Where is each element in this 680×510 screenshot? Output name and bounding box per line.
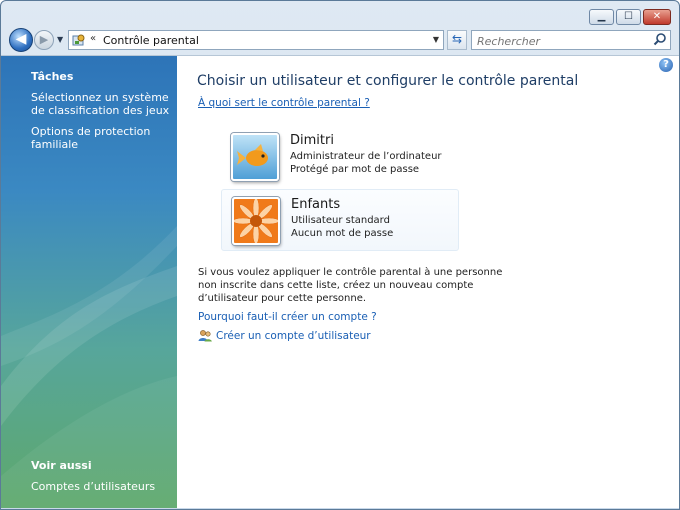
why-create-account-link[interactable]: Pourquoi faut-il créer un compte ? xyxy=(198,311,377,323)
page-title: Choisir un utilisateur et configurer le … xyxy=(197,73,579,89)
search-input[interactable] xyxy=(475,32,649,50)
window-body: Tâches Sélectionnez un système de classi… xyxy=(1,55,679,508)
maximize-button[interactable]: ☐ xyxy=(616,9,641,25)
info-text: Si vous voulez appliquer le contrôle par… xyxy=(198,267,503,304)
user-tile-dimitri[interactable]: Dimitri Administrateur de l’ordinateur P… xyxy=(221,126,459,188)
control-panel-window: ▁ ☐ ✕ ◀ ▶ ▼ « Contrôle parental ▼ ⇆ Rech… xyxy=(0,0,680,510)
breadcrumb-current[interactable]: Contrôle parental xyxy=(103,34,199,47)
orange-flower-avatar-icon xyxy=(232,197,280,245)
sidebar-decoration xyxy=(1,226,177,508)
address-bar[interactable]: « Contrôle parental ▼ xyxy=(68,30,444,50)
user-name: Enfants xyxy=(291,197,341,212)
address-dropdown-icon[interactable]: ▼ xyxy=(433,35,439,44)
back-arrow-icon: ◀ xyxy=(15,31,27,47)
user-name: Dimitri xyxy=(290,133,334,148)
recent-pages-dropdown[interactable]: ▼ xyxy=(57,35,63,44)
maximize-icon: ☐ xyxy=(624,11,633,22)
control-panel-icon xyxy=(72,34,85,46)
user-tile-enfants[interactable]: Enfants Utilisateur standard Aucun mot d… xyxy=(221,189,459,251)
refresh-icon: ⇆ xyxy=(451,32,463,46)
create-account-link-row[interactable]: Créer un compte d’utilisateur xyxy=(198,329,371,342)
refresh-button[interactable]: ⇆ xyxy=(447,30,467,50)
window-controls: ▁ ☐ ✕ xyxy=(589,9,671,25)
parental-controls-help-link[interactable]: À quoi sert le contrôle parental ? xyxy=(198,97,370,109)
user-password-status: Protégé par mot de passe xyxy=(290,164,420,175)
search-icon[interactable] xyxy=(653,32,667,46)
user-role: Administrateur de l’ordinateur xyxy=(290,151,442,162)
tasks-title: Tâches xyxy=(31,70,74,83)
help-icon[interactable]: ? xyxy=(659,58,673,72)
close-button[interactable]: ✕ xyxy=(643,9,671,25)
goldfish-avatar-icon xyxy=(231,133,279,181)
minimize-icon: ▁ xyxy=(597,11,606,22)
back-button[interactable]: ◀ xyxy=(9,28,33,52)
sidebar-link-game-ratings[interactable]: Sélectionnez un système de classificatio… xyxy=(31,91,171,117)
user-role: Utilisateur standard xyxy=(291,215,390,226)
see-also-title: Voir aussi xyxy=(31,459,92,472)
breadcrumb-chevron[interactable]: « xyxy=(90,33,96,44)
close-icon: ✕ xyxy=(652,11,662,22)
search-box[interactable] xyxy=(471,30,671,50)
minimize-button[interactable]: ▁ xyxy=(589,9,614,25)
sidebar-link-user-accounts[interactable]: Comptes d’utilisateurs xyxy=(31,480,171,493)
main-content: ? Choisir un utilisateur et configurer l… xyxy=(178,56,679,508)
navigation-bar: ◀ ▶ ▼ « Contrôle parental ▼ ⇆ xyxy=(1,27,679,53)
task-pane: Tâches Sélectionnez un système de classi… xyxy=(1,56,177,508)
forward-button[interactable]: ▶ xyxy=(34,30,54,50)
forward-arrow-icon: ▶ xyxy=(39,33,49,46)
users-icon xyxy=(198,330,212,342)
sidebar-link-family-safety[interactable]: Options de protection familiale xyxy=(31,125,171,151)
user-password-status: Aucun mot de passe xyxy=(291,228,394,239)
create-account-link[interactable]: Créer un compte d’utilisateur xyxy=(216,330,371,342)
